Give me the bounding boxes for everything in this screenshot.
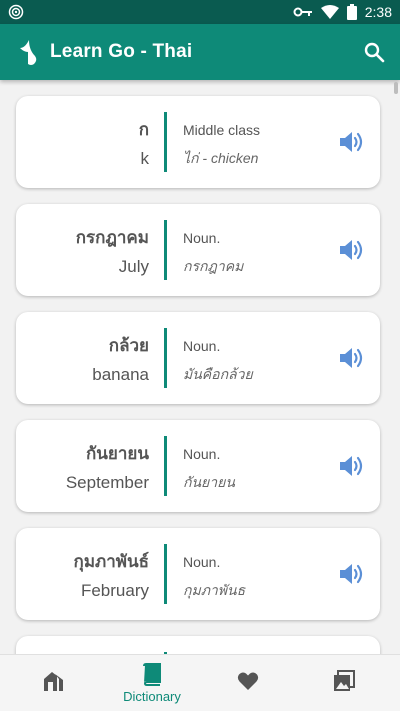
english-word: February — [80, 581, 149, 600]
word-card[interactable]: กุมภาพันธ์ February Noun. กุมภาพันธ — [16, 528, 380, 620]
speaker-icon[interactable] — [338, 238, 366, 262]
nav-home[interactable] — [4, 655, 104, 711]
card-divider — [164, 544, 167, 604]
word-card[interactable]: กล้วย banana Noun. มันคือกล้วย — [16, 312, 380, 404]
app-logo-icon — [20, 40, 37, 65]
example-text: ไก่ - chicken — [183, 150, 259, 166]
english-word: k — [140, 149, 150, 168]
wifi-icon — [320, 5, 339, 19]
word-card[interactable]: กันยายน September Noun. กันยายน — [16, 420, 380, 512]
status-bar: 2:38 — [0, 0, 400, 24]
english-word: banana — [92, 365, 149, 384]
app-title: Learn Go - Thai — [50, 41, 193, 62]
part-of-speech: Middle class — [183, 122, 261, 138]
book-icon — [143, 663, 161, 686]
scrollbar-thumb[interactable] — [394, 82, 398, 94]
app-bar: Learn Go - Thai — [0, 24, 400, 80]
battery-icon — [346, 4, 357, 20]
speaker-icon[interactable] — [338, 562, 366, 586]
bottom-nav: Dictionary — [0, 654, 400, 711]
broadcast-icon — [8, 4, 24, 20]
nav-dictionary-label: Dictionary — [123, 689, 181, 704]
nav-dictionary[interactable]: Dictionary — [102, 655, 202, 711]
search-icon[interactable] — [362, 40, 386, 64]
word-card[interactable]: กรกฎาคม July Noun. กรกฎาคม — [16, 204, 380, 296]
word-card-partial[interactable] — [16, 636, 380, 654]
part-of-speech: Noun. — [183, 338, 221, 354]
card-divider — [164, 328, 167, 388]
card-divider — [164, 112, 167, 172]
card-divider — [164, 220, 167, 280]
example-text: กุมภาพันธ — [183, 582, 246, 598]
card-divider — [164, 436, 167, 496]
thai-word: กรกฎาคม — [75, 228, 149, 248]
word-card[interactable]: ก k Middle class ไก่ - chicken — [16, 96, 380, 188]
thai-word: กุมภาพันธ์ — [73, 552, 149, 572]
example-text: มันคือกล้วย — [183, 366, 253, 382]
status-time: 2:38 — [364, 4, 392, 20]
key-icon — [293, 7, 312, 17]
thai-word: ก — [138, 120, 149, 140]
english-word: September — [65, 473, 149, 492]
speaker-icon[interactable] — [338, 130, 366, 154]
english-word: July — [118, 257, 149, 276]
part-of-speech: Noun. — [183, 230, 221, 246]
image-icon — [334, 670, 355, 691]
nav-images[interactable] — [294, 655, 394, 711]
part-of-speech: Noun. — [183, 446, 221, 462]
speaker-icon[interactable] — [338, 454, 366, 478]
heart-icon — [237, 672, 259, 690]
part-of-speech: Noun. — [183, 554, 221, 570]
home-icon — [44, 672, 63, 691]
example-text: กรกฎาคม — [183, 258, 244, 274]
word-list[interactable]: ก k Middle class ไก่ - chicken กรกฎาคม J… — [0, 80, 400, 654]
nav-favorites[interactable] — [198, 655, 298, 711]
thai-word: กันยายน — [85, 444, 149, 464]
example-text: กันยายน — [183, 474, 235, 490]
speaker-icon[interactable] — [338, 346, 366, 370]
thai-word: กล้วย — [108, 336, 149, 356]
